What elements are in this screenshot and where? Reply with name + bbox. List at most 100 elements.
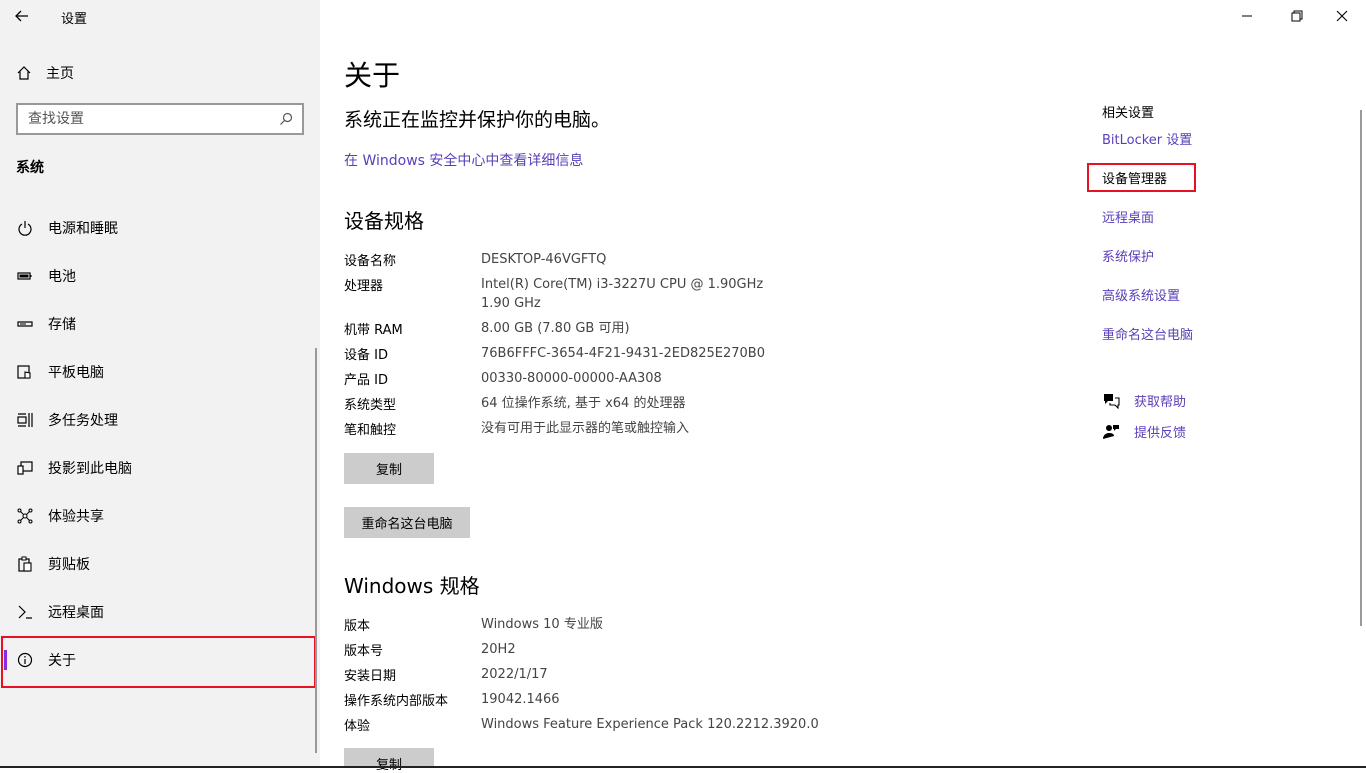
help-chat-icon xyxy=(1104,393,1120,409)
spec-row: 处理器 Intel(R) Core(TM) i3-3227U CPU @ 1.90… xyxy=(344,275,791,313)
sidebar-item-multitasking[interactable]: 多任务处理 xyxy=(0,396,320,444)
system-protection-link[interactable]: 系统保护 xyxy=(1102,246,1154,265)
spec-key: 版本号 xyxy=(344,644,384,659)
sidebar-item-label: 存储 xyxy=(48,317,76,333)
sidebar-item-label: 电池 xyxy=(48,269,76,285)
home-icon xyxy=(17,66,31,80)
sidebar-item-label: 体验共享 xyxy=(48,509,104,525)
spec-row: 产品 ID 00330-80000-00000-AA308 xyxy=(344,369,791,388)
back-arrow-icon xyxy=(15,10,28,22)
battery-icon xyxy=(0,268,48,284)
spec-value: Windows Feature Experience Pack 120.2212… xyxy=(481,717,819,732)
sidebar-item-remote-desktop[interactable]: 远程桌面 xyxy=(0,588,320,636)
spec-value: 00330-80000-00000-AA308 xyxy=(481,371,662,386)
home-link[interactable]: 主页 xyxy=(16,63,74,83)
projecting-icon xyxy=(0,460,48,476)
sidebar-item-label: 远程桌面 xyxy=(48,605,104,621)
shared-experiences-icon xyxy=(0,508,48,524)
sidebar: 设置 主页 系统 电源和睡眠 电池 存储 平板电脑 xyxy=(0,0,320,768)
main-content: 关于 系统正在监控并保护你的电脑。 在 Windows 安全中心中查看详细信息 … xyxy=(320,0,1366,773)
minimize-button[interactable] xyxy=(1224,4,1270,28)
feedback-icon xyxy=(1103,424,1119,439)
window-title: 设置 xyxy=(61,12,88,27)
spec-key: 产品 ID xyxy=(344,373,388,388)
get-help-label: 获取帮助 xyxy=(1134,395,1187,410)
home-label: 主页 xyxy=(46,66,74,82)
multitasking-icon xyxy=(0,412,48,428)
feedback-label: 提供反馈 xyxy=(1134,426,1187,441)
spec-value: 64 位操作系统, 基于 x64 的处理器 xyxy=(481,396,686,411)
spec-key: 机带 RAM xyxy=(344,323,403,338)
page-title: 关于 xyxy=(344,59,401,92)
spec-row: 笔和触控 没有可用于此显示器的笔或触控输入 xyxy=(344,419,791,438)
spec-value: DESKTOP-46VGFTQ xyxy=(481,252,607,267)
minimize-icon xyxy=(1242,15,1252,17)
spec-row: 机带 RAM 8.00 GB (7.80 GB 可用) xyxy=(344,319,791,338)
spec-key: 设备 ID xyxy=(344,348,388,363)
main-scrollbar[interactable] xyxy=(1360,110,1362,626)
spec-value: 2022/1/17 xyxy=(481,667,548,682)
sidebar-item-battery[interactable]: 电池 xyxy=(0,252,320,300)
tablet-icon xyxy=(0,364,48,380)
spec-row: 体验 Windows Feature Experience Pack 120.22… xyxy=(344,715,901,734)
sidebar-item-projecting[interactable]: 投影到此电脑 xyxy=(0,444,320,492)
restore-button[interactable] xyxy=(1274,4,1320,28)
copy-windows-specs-button[interactable]: 复制 xyxy=(344,748,434,773)
spec-key: 系统类型 xyxy=(344,398,397,413)
rename-pc-link[interactable]: 重命名这台电脑 xyxy=(1102,324,1193,343)
sidebar-scrollbar[interactable] xyxy=(315,348,317,753)
copy-device-specs-button[interactable]: 复制 xyxy=(344,453,434,484)
spec-row: 版本 Windows 10 专业版 xyxy=(344,615,791,634)
sidebar-item-clipboard[interactable]: 剪贴板 xyxy=(0,540,320,588)
sidebar-item-label: 投影到此电脑 xyxy=(48,461,132,477)
spec-key: 设备名称 xyxy=(344,254,397,269)
sidebar-item-power[interactable]: 电源和睡眠 xyxy=(0,204,320,252)
sidebar-item-tablet[interactable]: 平板电脑 xyxy=(0,348,320,396)
spec-value: Intel(R) Core(TM) i3-3227U CPU @ 1.90GHz… xyxy=(481,277,764,311)
get-help-link[interactable]: 获取帮助 xyxy=(1102,391,1186,410)
device-specs-heading: 设备规格 xyxy=(344,209,424,233)
spec-value: 76B6FFFC-3654-4F21-9431-2ED825E270B0 xyxy=(481,346,765,361)
spec-value: 19042.1466 xyxy=(481,692,560,707)
sidebar-item-label: 电源和睡眠 xyxy=(48,221,118,237)
spec-row: 安装日期 2022/1/17 xyxy=(344,665,791,684)
spec-row: 系统类型 64 位操作系统, 基于 x64 的处理器 xyxy=(344,394,791,413)
section-title: 系统 xyxy=(16,160,44,176)
rename-pc-button[interactable]: 重命名这台电脑 xyxy=(344,507,470,538)
spec-key: 笔和触控 xyxy=(344,423,397,438)
spec-row: 设备名称 DESKTOP-46VGFTQ xyxy=(344,250,791,269)
power-icon xyxy=(0,220,48,236)
spec-row: 设备 ID 76B6FFFC-3654-4F21-9431-2ED825E270B… xyxy=(344,344,791,363)
remote-desktop-link[interactable]: 远程桌面 xyxy=(1102,207,1154,226)
sidebar-item-storage[interactable]: 存储 xyxy=(0,300,320,348)
search-input[interactable] xyxy=(18,105,268,133)
search-icon[interactable] xyxy=(278,111,294,127)
clipboard-icon xyxy=(0,556,48,572)
highlight-box xyxy=(1,636,316,688)
bitlocker-settings-link[interactable]: BitLocker 设置 xyxy=(1102,129,1192,148)
search-box[interactable] xyxy=(16,103,304,135)
spec-value: Windows 10 专业版 xyxy=(481,617,603,632)
close-icon xyxy=(1336,10,1348,22)
close-button[interactable] xyxy=(1319,4,1365,28)
spec-key: 体验 xyxy=(344,719,371,734)
spec-row: 操作系统内部版本 19042.1466 xyxy=(344,690,791,709)
spec-value: 8.00 GB (7.80 GB 可用) xyxy=(481,321,630,336)
sidebar-item-shared-experiences[interactable]: 体验共享 xyxy=(0,492,320,540)
sidebar-item-label: 多任务处理 xyxy=(48,413,118,429)
spec-key: 版本 xyxy=(344,619,371,634)
restore-icon xyxy=(1291,10,1303,22)
spec-row: 版本号 20H2 xyxy=(344,640,791,659)
advanced-system-settings-link[interactable]: 高级系统设置 xyxy=(1102,285,1180,304)
windows-specs-heading: Windows 规格 xyxy=(344,574,480,598)
sidebar-item-label: 平板电脑 xyxy=(48,365,104,381)
feedback-link[interactable]: 提供反馈 xyxy=(1102,422,1186,441)
sidebar-item-label: 剪贴板 xyxy=(48,557,90,573)
spec-value: 20H2 xyxy=(481,642,516,657)
spec-key: 安装日期 xyxy=(344,669,397,684)
protection-status: 系统正在监控并保护你的电脑。 xyxy=(344,109,611,131)
spec-key: 操作系统内部版本 xyxy=(344,694,449,709)
back-button[interactable] xyxy=(12,6,36,26)
security-center-link[interactable]: 在 Windows 安全中心中查看详细信息 xyxy=(344,150,583,170)
device-manager-link[interactable]: 设备管理器 xyxy=(1102,168,1167,187)
